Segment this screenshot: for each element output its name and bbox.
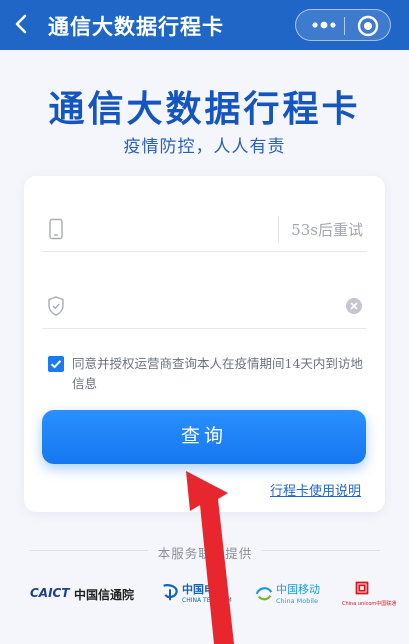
partner-logo-telecom: 中国电信 CHINA TELECOM — [160, 578, 232, 614]
partner-name: CAICT — [30, 586, 70, 600]
field-divider — [278, 216, 279, 242]
chevron-left-icon[interactable] — [8, 10, 36, 38]
telecom-icon — [163, 584, 178, 601]
footer-divider-left — [30, 550, 148, 551]
shield-check-icon — [46, 295, 66, 317]
consent-row: 同意并授权运营商查询本人在疫情期间14天内到访地信息 — [48, 354, 366, 394]
verification-code-field — [42, 283, 367, 329]
hero-title: 通信大数据行程卡 — [48, 89, 361, 130]
phone-field: 53s后重试 — [42, 206, 367, 252]
partner-name: 中国电信 — [182, 583, 226, 596]
clear-icon[interactable] — [345, 297, 363, 315]
partner-label: CHINA TELECOM — [182, 597, 232, 604]
unicom-knot-icon — [355, 581, 369, 595]
hero-subtitle: 疫情防控，人人有责 — [123, 137, 286, 157]
query-form-card: 53s后重试 同意并授权运营商查询本人在疫情期间14天内到访地信息 查询 行程卡… — [24, 176, 385, 512]
partner-logo-caict: CAICT 中国信通院 — [30, 578, 136, 614]
partner-label: China Mobile — [276, 597, 318, 605]
partner-name: China unicom中国联通 — [342, 601, 397, 607]
more-dots-icon[interactable] — [306, 13, 342, 37]
consent-checkbox[interactable] — [48, 356, 64, 372]
query-button[interactable]: 查询 — [42, 410, 366, 464]
partner-logo-unicom: China unicom中国联通 — [342, 578, 396, 614]
verification-code-input[interactable] — [76, 291, 276, 321]
help-link[interactable]: 行程卡使用说明 — [270, 480, 361, 499]
phone-input[interactable] — [76, 214, 276, 244]
footer-title: 本服务联合提供 — [157, 546, 253, 561]
mini-program-capsule — [295, 9, 391, 41]
mobile-icon — [255, 587, 273, 601]
partner-logo-mobile: 中国移动 China Mobile — [254, 578, 320, 614]
partner-logos: CAICT 中国信通院 中国电信 CHINA TELECOM 中国移动 Chin… — [0, 578, 409, 614]
consent-text: 同意并授权运营商查询本人在疫情期间14天内到访地信息 — [72, 356, 363, 391]
top-bar: 通信大数据行程卡 — [0, 0, 409, 50]
footer-divider-right — [262, 550, 380, 551]
partner-name: 中国移动 — [276, 583, 320, 596]
partner-label: 中国信通院 — [74, 588, 135, 602]
resend-code-button[interactable]: 53s后重试 — [291, 219, 363, 240]
page-title: 通信大数据行程卡 — [48, 15, 224, 39]
capsule-divider — [344, 17, 345, 35]
phone-icon — [46, 218, 66, 240]
target-circle-icon[interactable] — [356, 14, 380, 38]
